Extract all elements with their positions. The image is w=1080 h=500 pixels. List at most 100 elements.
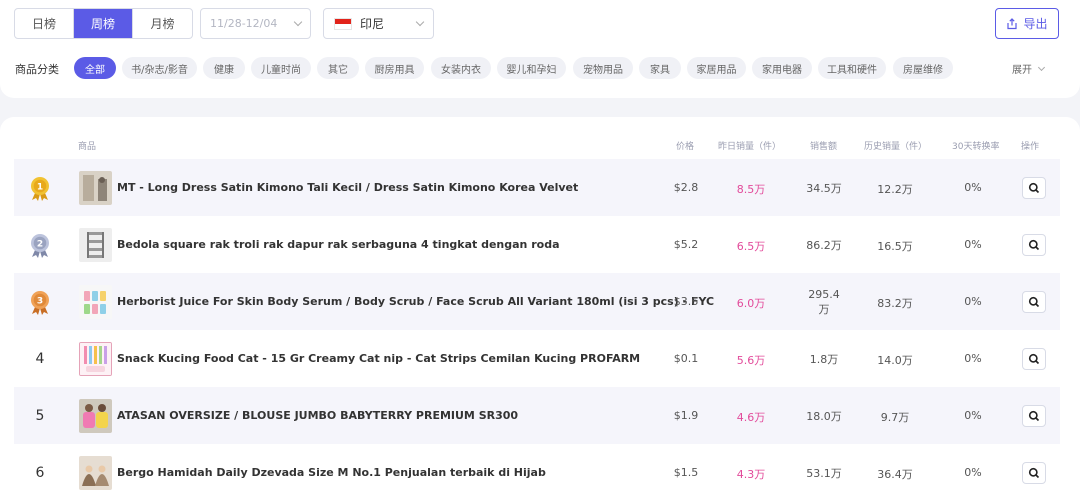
price: $2.8 xyxy=(673,181,699,194)
search-icon xyxy=(1028,467,1040,479)
period-toggle: 日榜 周榜 月榜 xyxy=(14,8,193,39)
sales-amount: 34.5万 xyxy=(806,182,842,195)
yesterday-sales: 6.5万 xyxy=(736,240,766,253)
product-thumbnail[interactable] xyxy=(79,399,112,433)
table-row[interactable]: 4 Snack Kucing Food Cat - 15 Gr Creamy C… xyxy=(14,330,1060,387)
table-row[interactable]: 3 Herborist Juice For Skin Body Serum / … xyxy=(14,273,1060,330)
history-sales: 16.5万 xyxy=(877,240,913,253)
conversion-rate: 0% xyxy=(964,181,982,194)
category-chip[interactable]: 家具 xyxy=(639,57,681,79)
category-chip[interactable]: 健康 xyxy=(203,57,245,79)
product-thumbnail[interactable] xyxy=(79,285,112,319)
chevron-down-icon xyxy=(415,17,425,27)
conversion-rate: 0% xyxy=(964,409,982,422)
header-sales-amount: 销售额 xyxy=(810,142,838,152)
yesterday-sales: 6.0万 xyxy=(736,297,766,310)
chevron-down-icon xyxy=(1037,63,1046,71)
country-label: 印尼 xyxy=(360,17,385,31)
category-chip-all[interactable]: 全部 xyxy=(74,57,116,79)
price: $1.9 xyxy=(673,409,699,422)
table-row[interactable]: 1 MT - Long Dress Satin Kimono Tali Keci… xyxy=(14,159,1060,216)
sales-amount: 86.2万 xyxy=(806,239,842,252)
category-chip[interactable]: 房屋维修 xyxy=(893,57,953,79)
sales-amount-unit: 万 xyxy=(818,303,830,316)
conversion-rate: 0% xyxy=(964,238,982,251)
filter-panel: 日榜 周榜 月榜 11/28-12/04 印尼 导出 商品分类 全部 书/杂志/… xyxy=(0,0,1080,98)
search-icon xyxy=(1028,353,1040,365)
svg-text:3: 3 xyxy=(37,296,43,306)
search-detail-button[interactable] xyxy=(1022,177,1046,199)
product-thumbnail[interactable] xyxy=(79,171,112,205)
product-name[interactable]: Bedola square rak troli rak dapur rak se… xyxy=(117,238,560,251)
product-name[interactable]: Herborist Juice For Skin Body Serum / Bo… xyxy=(117,295,714,308)
yesterday-sales: 4.3万 xyxy=(736,468,766,481)
country-select[interactable]: 印尼 xyxy=(323,8,434,39)
category-chip[interactable]: 工具和硬件 xyxy=(818,57,886,79)
category-chip[interactable]: 其它 xyxy=(317,57,359,79)
category-chip[interactable]: 家用电器 xyxy=(752,57,812,79)
product-thumbnail[interactable] xyxy=(79,456,112,490)
yesterday-sales: 4.6万 xyxy=(736,411,766,424)
product-name[interactable]: Bergo Hamidah Daily Dzevada Size M No.1 … xyxy=(117,466,546,479)
category-chip[interactable]: 厨房用具 xyxy=(365,57,424,79)
price: $0.1 xyxy=(673,352,699,365)
tab-monthly[interactable]: 月榜 xyxy=(133,9,192,38)
history-sales: 9.7万 xyxy=(880,411,910,424)
search-icon xyxy=(1028,410,1040,422)
search-detail-button[interactable] xyxy=(1022,234,1046,256)
history-sales: 83.2万 xyxy=(877,297,913,310)
table-row[interactable]: 5 ATASAN OVERSIZE / BLOUSE JUMBO BABYTER… xyxy=(14,387,1060,444)
product-thumbnail[interactable] xyxy=(79,228,112,262)
rank-number: 5 xyxy=(35,407,45,424)
chevron-down-icon xyxy=(293,17,303,27)
expand-label: 展开 xyxy=(1012,65,1032,76)
svg-text:2: 2 xyxy=(37,239,43,249)
category-chip[interactable]: 婴儿和孕妇 xyxy=(497,57,566,79)
price: $5.2 xyxy=(673,238,699,251)
rank-number: 6 xyxy=(35,464,45,481)
conversion-rate: 0% xyxy=(964,295,982,308)
export-label: 导出 xyxy=(1023,17,1048,31)
product-name[interactable]: MT - Long Dress Satin Kimono Tali Kecil … xyxy=(117,181,578,194)
bronze-medal-icon: 3 xyxy=(14,273,66,330)
header-yesterday-sales: 昨日销量（件） xyxy=(718,142,782,152)
history-sales: 12.2万 xyxy=(877,183,913,196)
sales-amount: 18.0万 xyxy=(806,410,842,423)
export-button[interactable]: 导出 xyxy=(995,8,1059,39)
table-row[interactable]: 2 Bedola square rak troli rak dapur rak … xyxy=(14,216,1060,273)
search-icon xyxy=(1028,239,1040,251)
category-chip[interactable]: 儿童时尚 xyxy=(251,57,311,79)
silver-medal-icon: 2 xyxy=(14,216,66,273)
sales-amount: 295.4 万 xyxy=(800,287,848,317)
header-product: 商品 xyxy=(78,142,97,152)
product-name[interactable]: ATASAN OVERSIZE / BLOUSE JUMBO BABYTERRY… xyxy=(117,409,518,422)
price: $1.5 xyxy=(673,466,699,479)
sales-amount: 53.1万 xyxy=(806,467,842,480)
tab-weekly[interactable]: 周榜 xyxy=(74,9,133,38)
header-actions: 操作 xyxy=(1021,142,1040,152)
product-thumbnail[interactable] xyxy=(79,342,112,376)
svg-text:1: 1 xyxy=(37,182,43,192)
category-chip[interactable]: 宠物用品 xyxy=(573,57,633,79)
search-icon xyxy=(1028,296,1040,308)
search-detail-button[interactable] xyxy=(1022,405,1046,427)
history-sales: 14.0万 xyxy=(877,354,913,367)
category-chip[interactable]: 家居用品 xyxy=(687,57,746,79)
search-detail-button[interactable] xyxy=(1022,348,1046,370)
category-chip[interactable]: 书/杂志/影音 xyxy=(122,57,197,79)
category-label: 商品分类 xyxy=(15,63,59,76)
search-detail-button[interactable] xyxy=(1022,291,1046,313)
product-name[interactable]: Snack Kucing Food Cat - 15 Gr Creamy Cat… xyxy=(117,352,640,365)
table-row[interactable]: 6 Bergo Hamidah Daily Dzevada Size M No.… xyxy=(14,444,1060,500)
header-history-sales: 历史销量（件） xyxy=(864,142,928,152)
conversion-rate: 0% xyxy=(964,466,982,479)
expand-categories-button[interactable]: 展开 xyxy=(1012,61,1046,76)
yesterday-sales: 5.6万 xyxy=(736,354,766,367)
export-icon xyxy=(1006,17,1018,30)
search-icon xyxy=(1028,182,1040,194)
date-range-select[interactable]: 11/28-12/04 xyxy=(200,8,311,39)
search-detail-button[interactable] xyxy=(1022,462,1046,484)
category-chip[interactable]: 女装内衣 xyxy=(431,57,491,79)
date-range-placeholder: 11/28-12/04 xyxy=(210,17,278,30)
tab-daily[interactable]: 日榜 xyxy=(15,9,74,38)
